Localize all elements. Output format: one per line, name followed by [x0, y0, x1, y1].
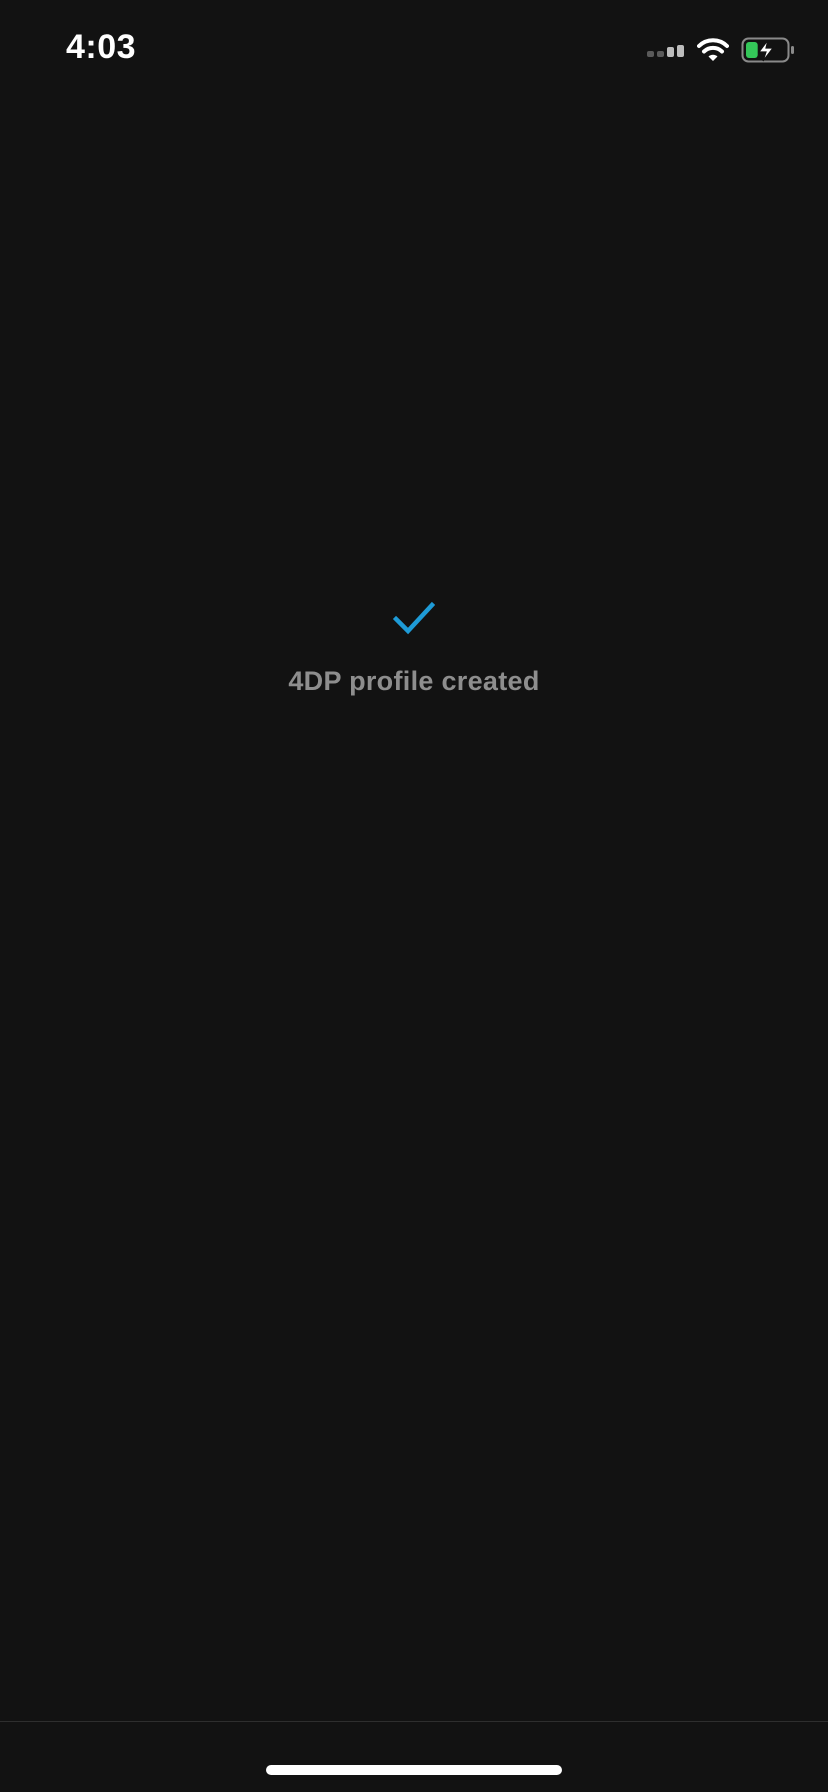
status-bar: 4:03 — [0, 0, 828, 100]
signal-icon — [647, 42, 685, 58]
bottom-divider — [0, 1721, 828, 1722]
confirmation-message: 4DP profile created — [288, 666, 540, 696]
status-time: 4:03 — [66, 28, 137, 66]
wifi-icon — [697, 38, 729, 62]
home-indicator[interactable] — [266, 1765, 562, 1775]
battery-charging-icon — [741, 37, 795, 63]
check-icon — [393, 601, 435, 635]
status-icons — [647, 36, 795, 64]
confirmation: 4DP profile created — [0, 600, 828, 697]
